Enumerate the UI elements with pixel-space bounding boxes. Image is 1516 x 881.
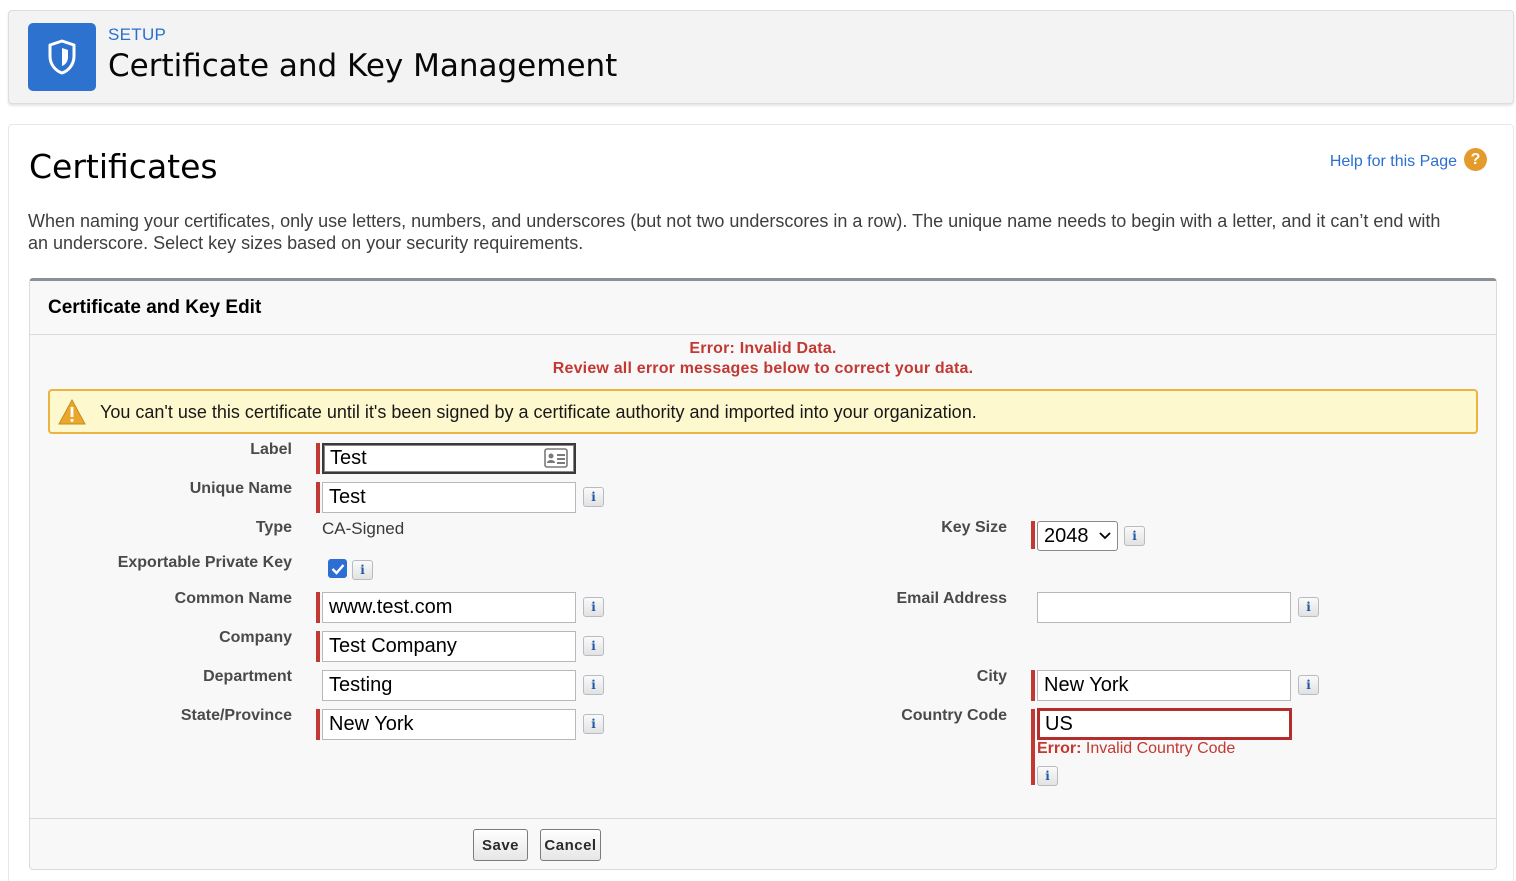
- warning-icon: [58, 399, 86, 425]
- required-indicator: [316, 592, 320, 623]
- info-icon[interactable]: i: [352, 560, 373, 580]
- company-label: Company: [219, 629, 292, 646]
- warning-text: You can't use this certificate until it'…: [100, 402, 977, 422]
- setup-header: SETUP Certificate and Key Management: [8, 10, 1514, 104]
- error-summary-line-1: Error: Invalid Data.: [689, 340, 837, 357]
- contact-card-icon[interactable]: [544, 448, 568, 468]
- help-icon[interactable]: ?: [1464, 148, 1487, 171]
- shield-icon: [28, 23, 96, 91]
- info-icon[interactable]: i: [1037, 766, 1058, 786]
- cancel-button[interactable]: Cancel: [540, 829, 601, 861]
- info-icon[interactable]: i: [583, 487, 604, 507]
- info-icon[interactable]: i: [583, 675, 604, 695]
- error-summary-line-2: Review all error messages below to corre…: [552, 360, 974, 377]
- warning-banner: You can't use this certificate until it'…: [48, 389, 1478, 434]
- country-code-error: Error: Invalid Country Code: [1037, 740, 1235, 758]
- footer-divider: [30, 818, 1496, 819]
- common-name-input[interactable]: [322, 592, 576, 623]
- setup-kicker: SETUP: [108, 25, 167, 44]
- intro-line-1: When naming your certificates, only use …: [28, 211, 1441, 231]
- key-size-label: Key Size: [941, 519, 1007, 536]
- type-label: Type: [255, 519, 292, 536]
- label-input[interactable]: [322, 443, 576, 474]
- required-indicator: [1031, 709, 1035, 785]
- error-prefix: Error:: [1037, 740, 1082, 757]
- section-header: Certificate and Key Edit: [30, 281, 1496, 335]
- chevron-down-icon: [1099, 532, 1111, 540]
- required-indicator: [316, 631, 320, 662]
- edit-section: Certificate and Key Edit Error: Invalid …: [29, 278, 1497, 870]
- intro-line-2: an underscore. Select key sizes based on…: [28, 233, 584, 253]
- checkmark-icon: [331, 563, 344, 575]
- common-name-label: Common Name: [174, 590, 292, 607]
- info-icon[interactable]: i: [1124, 526, 1145, 546]
- required-indicator: [316, 482, 320, 513]
- required-indicator: [316, 709, 320, 740]
- key-size-value: 2048: [1044, 524, 1089, 547]
- unique-name-input[interactable]: [322, 482, 576, 513]
- error-summary: Error: Invalid Data. Review all error me…: [30, 339, 1496, 379]
- info-icon[interactable]: i: [583, 597, 604, 617]
- required-indicator: [1031, 521, 1035, 549]
- country-code-label: Country Code: [901, 707, 1007, 724]
- department-input[interactable]: [322, 670, 576, 701]
- error-message: Invalid Country Code: [1081, 740, 1236, 757]
- type-value: CA-Signed: [322, 519, 405, 538]
- key-size-select[interactable]: 2048: [1037, 521, 1118, 551]
- required-indicator: [316, 443, 320, 474]
- company-input[interactable]: [322, 631, 576, 662]
- state-input[interactable]: [322, 709, 576, 740]
- page-title: Certificates: [29, 147, 218, 186]
- intro-text: When naming your certificates, only use …: [28, 210, 1498, 254]
- info-icon[interactable]: i: [583, 714, 604, 734]
- save-button[interactable]: Save: [473, 829, 528, 861]
- city-label: City: [976, 668, 1007, 685]
- label-label: Label: [250, 441, 292, 458]
- required-indicator: [1031, 670, 1035, 701]
- section-title: Certificate and Key Edit: [48, 297, 262, 318]
- help-link[interactable]: Help for this Page: [1330, 153, 1457, 171]
- unique-name-label: Unique Name: [189, 480, 292, 497]
- state-label: State/Province: [180, 707, 292, 724]
- content-card: Certificates Help for this Page ? When n…: [8, 124, 1514, 881]
- email-input[interactable]: [1037, 592, 1291, 623]
- department-label: Department: [203, 668, 292, 685]
- country-code-input[interactable]: [1037, 708, 1292, 740]
- exportable-checkbox[interactable]: [328, 559, 347, 578]
- city-input[interactable]: [1037, 670, 1291, 701]
- email-label: Email Address: [896, 590, 1007, 607]
- exportable-label: Exportable Private Key: [117, 554, 292, 571]
- info-icon[interactable]: i: [1298, 597, 1319, 617]
- info-icon[interactable]: i: [1298, 675, 1319, 695]
- info-icon[interactable]: i: [583, 636, 604, 656]
- page-header-title: Certificate and Key Management: [108, 48, 618, 84]
